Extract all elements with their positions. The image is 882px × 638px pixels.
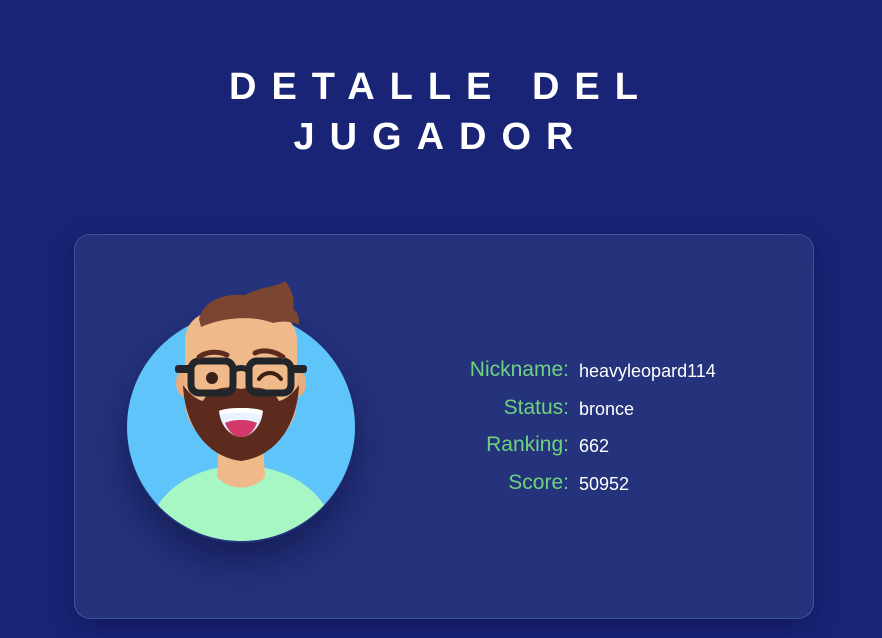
page-title: DETALLE DEL JUGADOR [0,62,882,162]
status-label: Status: [503,395,569,419]
info-row-ranking: Ranking: 662 [415,428,795,466]
player-info: Nickname: heavyleopard114 Status: bronce… [415,353,795,503]
info-row-nickname: Nickname: heavyleopard114 [415,353,795,391]
nickname-value: heavyleopard114 [579,361,716,381]
ranking-label: Ranking: [486,433,569,456]
ranking-value: 662 [579,436,610,456]
score-value: 50952 [579,473,630,494]
bearded-man-avatar-icon [127,281,355,541]
info-row-status: Status: bronce [415,391,795,429]
page-title-line-1: DETALLE DEL [229,66,653,108]
info-row-score: Score: 50952 [415,466,795,504]
score-label: Score: [508,470,569,494]
nickname-label: Nickname: [469,358,569,381]
player-detail-card: Nickname: heavyleopard114 Status: bronce… [74,234,814,619]
avatar [123,281,359,543]
status-value: bronce [579,398,635,419]
page-title-line-2: JUGADOR [293,116,589,158]
